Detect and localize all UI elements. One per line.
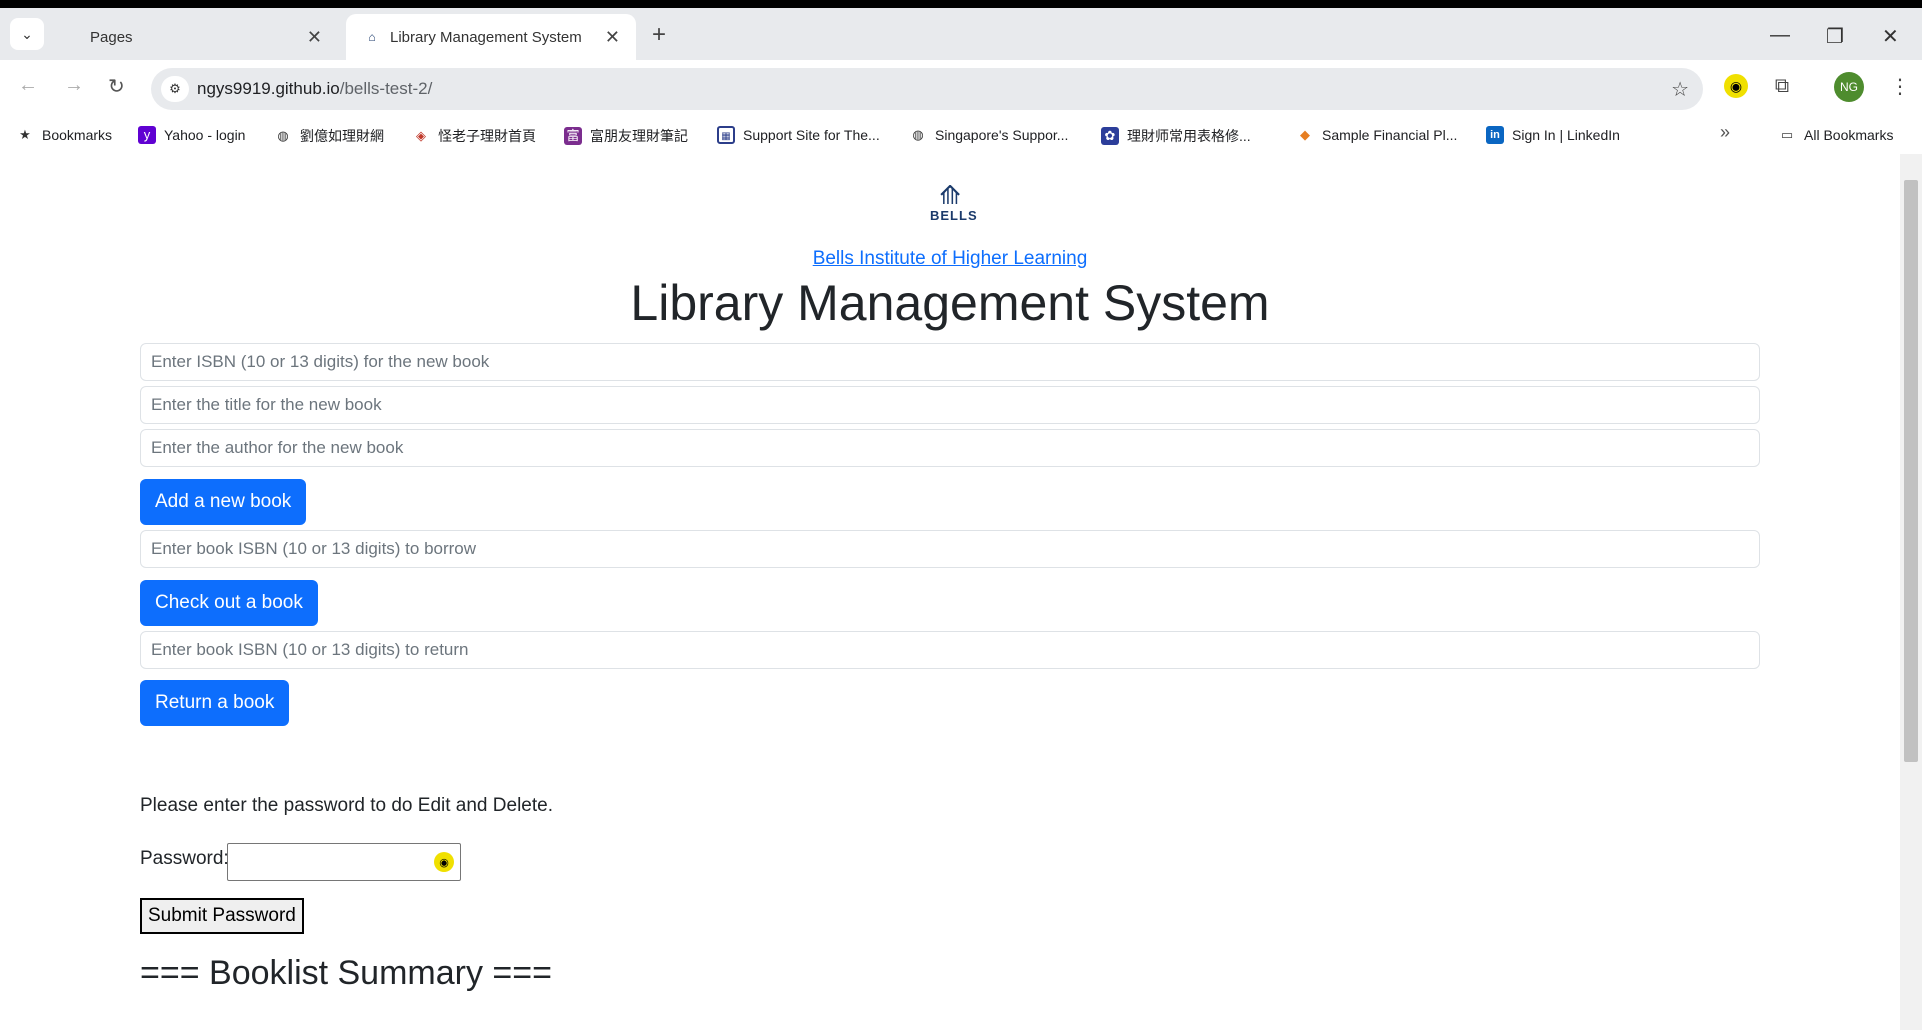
bookmark-item[interactable]: y Yahoo - login (138, 126, 245, 144)
add-book-button[interactable]: Add a new book (140, 479, 307, 525)
page-scrollbar[interactable] (1900, 154, 1922, 1030)
paw-icon: ✿ (1101, 127, 1119, 145)
page-content: ⟰ BELLS Bells Institute of Higher Learni… (0, 154, 1900, 1030)
extensions-puzzle-icon[interactable]: ⧉ (1770, 74, 1794, 98)
tab-label: Pages (90, 28, 133, 46)
bookmark-item[interactable]: ◍ 劉億如理財網 (274, 126, 384, 146)
url-text[interactable]: ngys9919.github.io/bells-test-2/ (197, 79, 432, 99)
folder-icon: ▭ (1780, 127, 1794, 142)
linkedin-icon: in (1486, 126, 1504, 144)
star-icon: ★ (19, 127, 31, 142)
window-top-border (0, 0, 1922, 8)
bells-logo: ⟰ BELLS (930, 180, 978, 223)
logo-icon: ◈ (416, 128, 426, 143)
back-icon[interactable]: ← (18, 74, 38, 97)
all-bookmarks-button[interactable]: ▭ All Bookmarks (1778, 126, 1894, 144)
extension-icon[interactable]: ◉ (1724, 74, 1748, 98)
isbn-new-book-input[interactable] (140, 343, 1760, 381)
new-tab-button[interactable]: + (652, 23, 666, 47)
bookmark-item[interactable]: ★ Bookmarks (16, 126, 112, 144)
borrow-isbn-input[interactable] (140, 530, 1760, 568)
bells-favicon-icon: ⌂ (368, 30, 376, 44)
password-label: Password: (140, 848, 229, 869)
bookmark-item[interactable]: 富富朋友理財筆記 (564, 126, 688, 146)
site-info-icon[interactable]: ⚙ (161, 76, 189, 102)
bookmark-item[interactable]: ◆ Sample Financial Pl... (1296, 126, 1457, 144)
institution-link[interactable]: Bells Institute of Higher Learning (0, 248, 1900, 270)
profile-avatar[interactable]: NG (1834, 72, 1864, 102)
close-tab-icon[interactable]: ✕ (605, 27, 620, 48)
bookmark-item[interactable]: ▦ Support Site for The... (717, 126, 880, 144)
browser-toolbar: ← → ↻ ⚙ ngys9919.github.io/bells-test-2/… (0, 60, 1922, 116)
tab-pages[interactable]: Pages ✕ (58, 14, 338, 60)
submit-password-button[interactable]: Submit Password (140, 898, 304, 934)
menu-kebab-icon[interactable]: ⋮ (1890, 74, 1910, 99)
minimize-icon[interactable]: — (1770, 24, 1790, 47)
password-manager-icon[interactable]: ◉ (434, 852, 454, 872)
bookmark-item[interactable]: ◈ 怪老子理財首頁 (412, 126, 536, 146)
reload-icon[interactable]: ↻ (108, 74, 125, 99)
password-input[interactable]: ◉ (227, 843, 461, 881)
tab-strip: ⌄ Pages ✕ ⌂ Library Management System ✕ … (0, 8, 1922, 60)
page-title: Library Management System (630, 275, 1270, 331)
return-book-button[interactable]: Return a book (140, 680, 290, 726)
checkout-book-button[interactable]: Check out a book (140, 580, 318, 626)
title-new-book-input[interactable] (140, 386, 1760, 424)
bookmark-item[interactable]: in Sign In | LinkedIn (1486, 126, 1620, 144)
yahoo-icon: y (138, 126, 156, 144)
close-tab-icon[interactable]: ✕ (307, 27, 322, 48)
globe-icon: ◍ (277, 128, 289, 143)
more-bookmarks-icon[interactable]: » (1720, 122, 1730, 143)
forward-icon[interactable]: → (64, 74, 84, 97)
return-isbn-input[interactable] (140, 631, 1760, 669)
logo-icon: 富 (564, 127, 582, 145)
globe-icon: ◍ (912, 127, 924, 142)
tab-label: Library Management System (390, 28, 582, 46)
restore-icon[interactable]: ❐ (1826, 24, 1844, 49)
grid-icon: ▦ (717, 126, 735, 144)
booklist-summary-heading: === Booklist Summary === (140, 954, 552, 992)
scrollbar-thumb[interactable] (1904, 180, 1918, 762)
chevron-down-icon: ⌄ (21, 25, 33, 42)
address-bar[interactable]: ⚙ ngys9919.github.io/bells-test-2/ ☆ (151, 68, 1703, 110)
tab-library-management[interactable]: ⌂ Library Management System ✕ (346, 14, 636, 60)
bookmark-star-icon[interactable]: ☆ (1671, 77, 1689, 102)
bookmarks-bar: ★ Bookmarks y Yahoo - login ◍ 劉億如理財網 ◈ 怪老子理財… (0, 116, 1922, 154)
close-window-icon[interactable]: ✕ (1882, 24, 1899, 49)
tab-search-button[interactable]: ⌄ (10, 18, 44, 50)
bells-logo-mark-icon: ⟰ (939, 180, 961, 210)
bookmark-item[interactable]: ◍ Singapore's Suppor... (909, 126, 1068, 144)
bookmark-item[interactable]: ✿ 理財师常用表格修... (1101, 126, 1251, 146)
password-prompt: Please enter the password to do Edit and… (140, 795, 553, 816)
logo-icon: ◆ (1300, 127, 1310, 142)
author-new-book-input[interactable] (140, 429, 1760, 467)
